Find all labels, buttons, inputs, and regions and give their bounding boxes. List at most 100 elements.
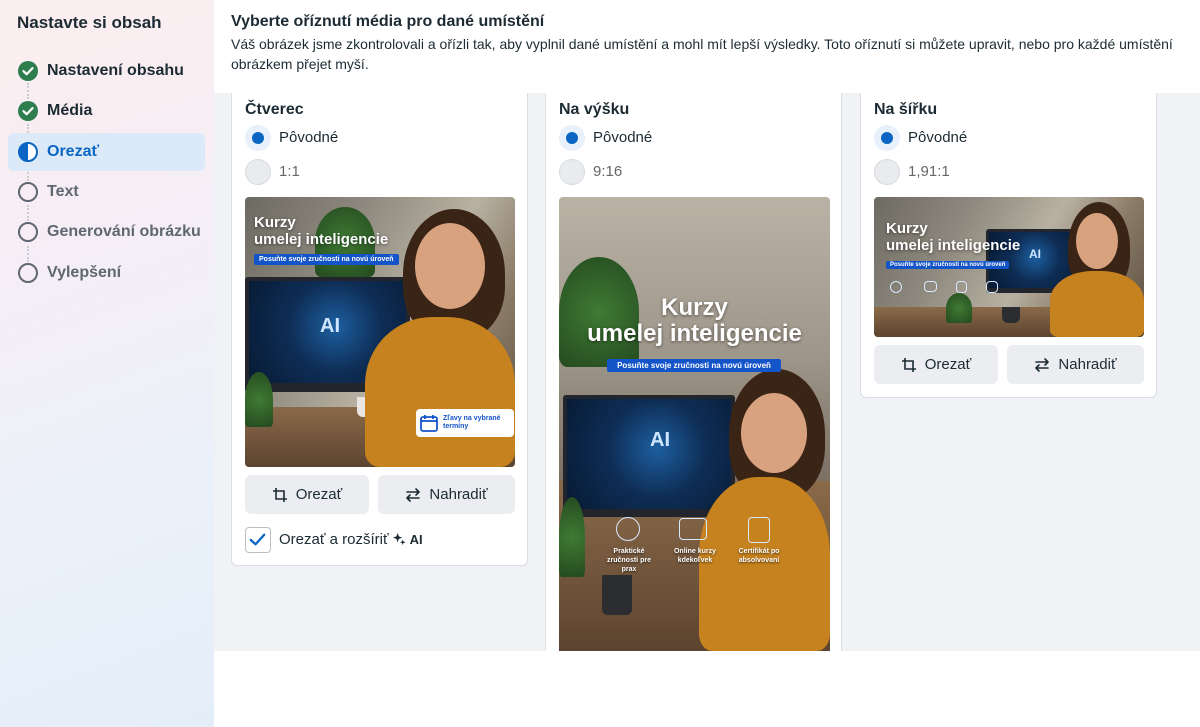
placements-area[interactable]: Čtverec Pôvodné 1:1 AI Kurzy umelej inte… xyxy=(214,93,1200,651)
monitor-screen xyxy=(567,399,731,509)
step-label: Generování obrázku xyxy=(47,223,201,240)
replace-button-label: Nahradiť xyxy=(1058,356,1117,373)
radio-ratio-label: 9:16 xyxy=(593,163,623,180)
radio-original[interactable] xyxy=(245,125,271,151)
step-orezat[interactable]: Orezať xyxy=(8,133,205,171)
header: Vyberte oříznutí média pro dané umístění… xyxy=(231,13,1200,74)
step-label: Vylepšení xyxy=(47,264,122,281)
image-tagline: Posuňte svoje zručnosti na novú úroveň xyxy=(607,359,781,372)
replace-button[interactable]: Nahradiť xyxy=(378,475,515,514)
step-label: Média xyxy=(47,102,93,119)
woman-face xyxy=(1076,213,1118,269)
woman-face xyxy=(415,223,485,309)
screen-ai-text: AI xyxy=(650,429,670,451)
woman-sweater xyxy=(365,317,515,467)
step-generovani-obrazku[interactable]: Generování obrázku xyxy=(8,213,205,251)
radio-ratio-label: 1,91:1 xyxy=(908,163,950,180)
brain-icon xyxy=(616,517,640,541)
radio-ratio[interactable] xyxy=(245,159,271,185)
step-nastaveni-obsahu[interactable]: Nastavení obsahu xyxy=(8,52,205,90)
empty-circle-icon xyxy=(18,182,38,202)
radio-original-label: Pôvodné xyxy=(908,129,968,146)
calendar-icon xyxy=(420,415,438,432)
headline-line2: umelej inteligencie xyxy=(254,230,389,248)
step-text[interactable]: Text xyxy=(8,173,205,211)
headline-line2: umelej inteligencie xyxy=(587,320,802,348)
step-vylepseni[interactable]: Vylepšení xyxy=(8,254,205,292)
crop-expand-label-group: Orezať a rozšíriť AI xyxy=(279,531,423,548)
crop-button-label: Orezať xyxy=(295,486,343,503)
half-circle-icon xyxy=(18,142,38,162)
woman-sweater xyxy=(1050,271,1144,337)
preview-image-landscape: AI Kurzy umelej inteligencie Posuňte svo… xyxy=(874,197,1144,337)
radio-original-label: Pôvodné xyxy=(279,129,339,146)
page-description: Váš obrázek jsme zkontrolovali a ořízli … xyxy=(231,36,1173,72)
plant-small xyxy=(559,497,585,577)
image-headline: Kurzy umelej inteligencie xyxy=(886,220,1021,254)
image-tagline: Posuňte svoje zručnosti na novú úroveň xyxy=(886,261,1010,269)
radio-original[interactable] xyxy=(874,125,900,151)
card-title: Na výšku xyxy=(559,101,630,118)
feature-1: Praktické zručnosti pre prax xyxy=(607,548,651,574)
card-title: Na šířku xyxy=(874,101,938,118)
video-icon xyxy=(924,281,937,292)
card-vertical: Na výšku Pôvodné 9:16 AI Kurzy umelej in… xyxy=(545,93,842,651)
radio-ratio-label: 1:1 xyxy=(279,163,300,180)
card-title: Čtverec xyxy=(245,101,304,118)
page-title: Vyberte oříznutí média pro dané umístění xyxy=(231,13,545,30)
main-panel: Vyberte oříznutí média pro dané umístění… xyxy=(214,0,1200,727)
image-headline: Kurzy umelej inteligencie xyxy=(254,214,389,248)
feature-2: Online kurzy kdekoľvek xyxy=(673,548,716,565)
crop-button[interactable]: Orezať xyxy=(245,475,369,514)
discount-icon xyxy=(986,281,998,293)
replace-button-label: Nahradiť xyxy=(429,486,488,503)
headline-line2: umelej inteligencie xyxy=(886,236,1021,254)
sidebar-title: Nastavte si obsah xyxy=(17,13,162,32)
empty-circle-icon xyxy=(18,263,38,283)
headline-line1: Kurzy xyxy=(254,214,296,231)
radio-original[interactable] xyxy=(559,125,585,151)
swap-icon xyxy=(1035,357,1050,372)
crop-expand-checkbox[interactable] xyxy=(245,527,271,553)
preview-image-vertical: AI Kurzy umelej inteligencie Posuňte svo… xyxy=(559,197,830,651)
mug xyxy=(1002,307,1020,323)
certificate-icon xyxy=(956,281,967,293)
badge-text: Zľavy na vybrané termíny xyxy=(443,414,501,430)
plant-small xyxy=(946,293,972,323)
ai-label: AI xyxy=(409,532,423,547)
image-headline: Kurzy umelej inteligencie xyxy=(559,294,830,348)
step-label: Orezať xyxy=(47,143,100,160)
brain-icon xyxy=(890,281,902,293)
crop-icon xyxy=(901,357,916,372)
certificate-icon xyxy=(748,517,770,543)
image-tagline: Posuňte svoje zručnosti na novú úroveň xyxy=(254,254,399,265)
radio-ratio[interactable] xyxy=(874,159,900,185)
preview-image-square: AI Kurzy umelej inteligencie Posuňte svo… xyxy=(245,197,515,467)
crop-button[interactable]: Orezať xyxy=(874,345,998,384)
crop-icon xyxy=(272,487,287,502)
step-media[interactable]: Média xyxy=(8,92,205,130)
replace-button[interactable]: Nahradiť xyxy=(1007,345,1144,384)
card-landscape: Na šířku Pôvodné 1,91:1 AI Kurzy umelej … xyxy=(860,93,1157,398)
checkmark-icon xyxy=(249,533,266,546)
swap-icon xyxy=(406,487,421,502)
crop-button-label: Orezať xyxy=(924,356,972,373)
empty-circle-icon xyxy=(18,222,38,242)
crop-expand-label: Orezať a rozšíriť xyxy=(279,531,389,548)
woman-face xyxy=(741,393,807,473)
plant-small xyxy=(245,372,273,427)
card-square: Čtverec Pôvodné 1:1 AI Kurzy umelej inte… xyxy=(231,93,528,566)
radio-ratio[interactable] xyxy=(559,159,585,185)
sidebar: Nastavte si obsah Nastavení obsahu Média… xyxy=(0,0,214,727)
headline-line1: Kurzy xyxy=(886,220,928,237)
step-label: Nastavení obsahu xyxy=(47,62,184,79)
feature-3: Certifikát po absolvovaní xyxy=(738,548,780,565)
mug xyxy=(602,575,632,615)
discount-badge: Zľavy na vybrané termíny xyxy=(416,409,514,437)
headline-line1: Kurzy xyxy=(661,294,728,321)
ai-sparkle-icon xyxy=(392,533,406,546)
screen-ai-text: AI xyxy=(1029,247,1041,261)
screen-ai-text: AI xyxy=(320,315,340,337)
video-icon xyxy=(679,518,707,540)
check-circle-icon xyxy=(18,101,38,121)
